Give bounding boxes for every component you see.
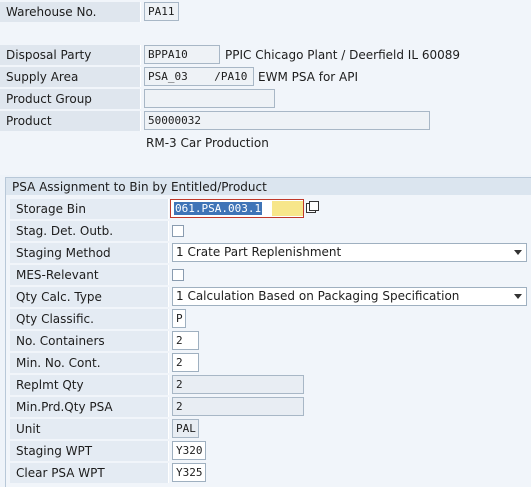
staging-wpt-field[interactable]: Y320 — [172, 441, 206, 460]
product-group-field[interactable] — [144, 89, 275, 108]
qty-classific-field[interactable]: P — [172, 309, 186, 328]
warehouse-label: Warehouse No. — [0, 2, 141, 22]
input-cursor-highlight — [272, 201, 303, 216]
staging-method-dropdown[interactable]: 1 Crate Part Replenishment — [172, 243, 527, 262]
chevron-down-icon — [514, 294, 522, 299]
chevron-down-icon — [514, 250, 522, 255]
replmt-qty-field[interactable]: 2 — [172, 375, 304, 394]
qty-calc-type-dropdown[interactable]: 1 Calculation Based on Packaging Specifi… — [172, 287, 527, 306]
disposal-party-field[interactable]: BPPA10 — [144, 45, 220, 64]
min-prd-qty-field[interactable]: 2 — [172, 397, 304, 416]
min-no-cont-field[interactable]: 2 — [172, 353, 199, 372]
storage-bin-label: Storage Bin — [10, 199, 169, 219]
value-help-icon[interactable] — [306, 201, 319, 214]
replmt-qty-label: Replmt Qty — [10, 375, 169, 395]
supply-area-description: EWM PSA for API — [258, 70, 359, 84]
product-group-label: Product Group — [0, 89, 141, 109]
stag-det-outb-label: Stag. Det. Outb. — [10, 221, 169, 241]
product-description: RM-3 Car Production — [146, 136, 269, 150]
clear-psa-wpt-field[interactable]: Y325 — [172, 463, 206, 482]
staging-wpt-label: Staging WPT — [10, 441, 169, 461]
storage-bin-value: 061.PSA.003.1 — [174, 202, 263, 215]
unit-field[interactable]: PAL — [172, 419, 199, 438]
disposal-party-description: PPIC Chicago Plant / Deerfield IL 60089 — [225, 48, 461, 62]
stag-det-outb-checkbox[interactable] — [172, 225, 184, 237]
mes-relevant-label: MES-Relevant — [10, 265, 169, 285]
no-containers-label: No. Containers — [10, 331, 169, 351]
mes-relevant-checkbox[interactable] — [172, 269, 184, 281]
unit-label: Unit — [10, 419, 169, 439]
supply-area-field[interactable]: PSA_03 /PA10 — [144, 67, 254, 86]
qty-classific-label: Qty Classific. — [10, 309, 169, 329]
staging-method-value: 1 Crate Part Replenishment — [176, 245, 342, 259]
section-title: PSA Assignment to Bin by Entitled/Produc… — [5, 177, 531, 195]
disposal-party-label: Disposal Party — [0, 45, 141, 65]
storage-bin-field[interactable]: 061.PSA.003.1 — [170, 199, 304, 218]
qty-calc-type-label: Qty Calc. Type — [10, 287, 169, 307]
warehouse-field[interactable]: PA11 — [144, 2, 179, 21]
product-label: Product — [0, 111, 141, 131]
product-field[interactable]: 50000032 — [144, 111, 430, 130]
min-no-cont-label: Min. No. Cont. — [10, 353, 169, 373]
min-prd-qty-label: Min.Prd.Qty PSA — [10, 397, 169, 417]
supply-area-label: Supply Area — [0, 67, 141, 87]
staging-method-label: Staging Method — [10, 243, 169, 263]
qty-calc-type-value: 1 Calculation Based on Packaging Specifi… — [176, 289, 460, 303]
no-containers-field[interactable]: 2 — [172, 331, 199, 350]
clear-psa-wpt-label: Clear PSA WPT — [10, 463, 169, 483]
